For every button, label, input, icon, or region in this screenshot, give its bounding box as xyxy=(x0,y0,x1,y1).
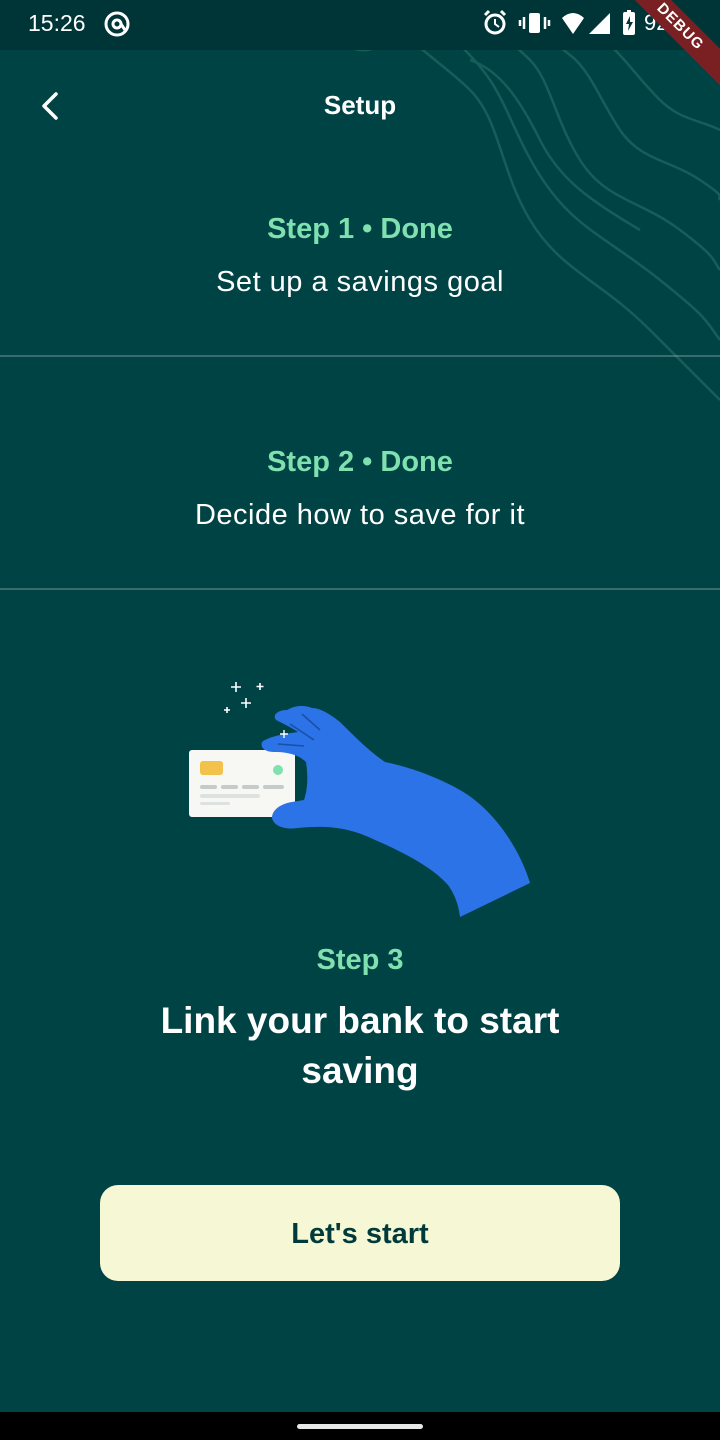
step-1-status: Step 1 • Done xyxy=(267,213,453,245)
step-3-label: Step 3 xyxy=(316,944,404,976)
page-title: Setup xyxy=(323,90,397,120)
background-pattern xyxy=(193,0,720,401)
step-2: Step 2 • Done Decide how to save for it xyxy=(0,446,720,532)
step-1-description: Set up a savings goal xyxy=(216,266,504,298)
at-sign-icon xyxy=(104,11,130,37)
sparkle-icon xyxy=(224,682,264,713)
status-time: 15:26 xyxy=(28,10,86,36)
wifi-icon xyxy=(562,13,584,34)
status-bar: 15:26 xyxy=(0,0,720,50)
battery-charging-icon xyxy=(623,10,635,35)
alarm-icon xyxy=(483,9,507,35)
lets-start-button[interactable]: Let's start xyxy=(100,1185,620,1281)
divider xyxy=(0,355,720,357)
signal-icon xyxy=(589,13,610,34)
vibrate-icon xyxy=(518,13,551,33)
divider xyxy=(0,588,720,590)
navigation-bar xyxy=(0,1412,720,1440)
hand-holding-card-illustration xyxy=(189,682,530,917)
step-2-description: Decide how to save for it xyxy=(194,499,526,531)
step-1: Step 1 • Done Set up a savings goal xyxy=(0,213,720,299)
step-2-status: Step 2 • Done xyxy=(267,446,453,478)
hand-icon xyxy=(261,705,530,917)
step-3-title: Link your bank to start saving xyxy=(160,1000,560,1091)
setup-screen: 15:26 DEBUG Setup Step 1 • Done Set up a… xyxy=(0,0,720,1440)
home-indicator[interactable] xyxy=(297,1424,423,1429)
